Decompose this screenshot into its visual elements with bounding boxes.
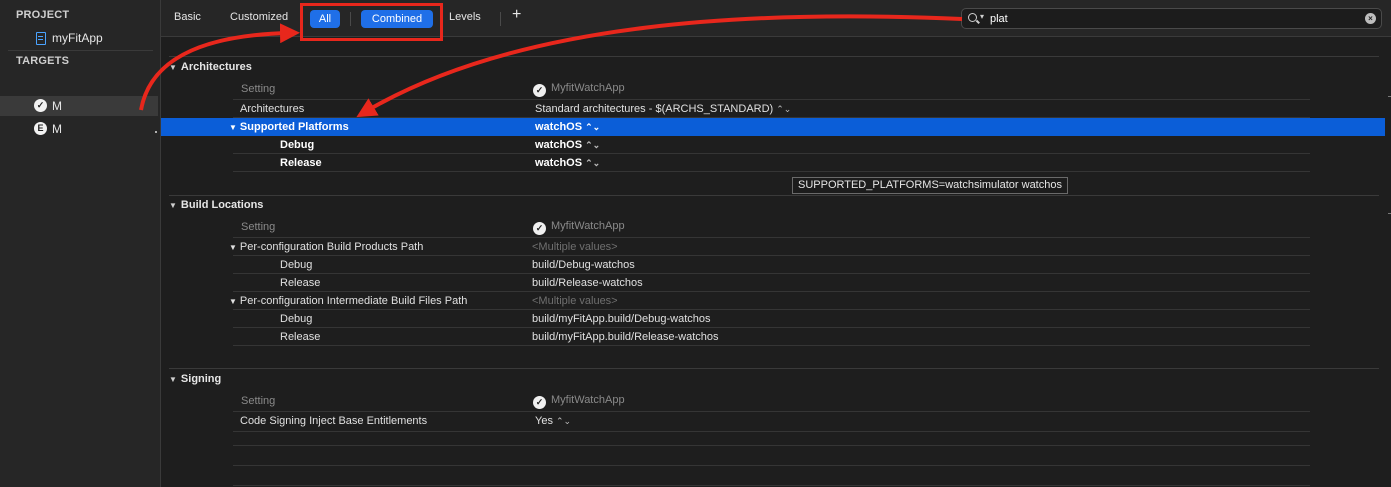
build-settings-editor: ▼ Architectures Setting ✓ MyfitWatchApp Ar…: [161, 38, 1391, 487]
setting-row[interactable]: ▼ Per-configuration Intermediate Build Fi…: [229, 292, 1310, 310]
setting-name: Code Signing Inject Base Entitlements: [240, 415, 428, 427]
setting-value[interactable]: build/myFitApp.build/Debug-watchos: [532, 313, 711, 325]
setting-row[interactable]: Debug build/Debug-watchos: [233, 256, 1310, 274]
section-build-locations[interactable]: ▼ Build Locations: [169, 199, 263, 211]
setting-value[interactable]: build/myFitApp.build/Release-watchos: [532, 331, 718, 343]
target-item-watch-app[interactable]: ✓ M: [0, 96, 158, 116]
disclosure-triangle-icon[interactable]: ▼: [169, 375, 177, 384]
setting-column-header: Setting: [241, 83, 276, 95]
setting-row[interactable]: Code Signing Inject Base Entitlements Ye…: [233, 412, 1310, 432]
targets-header: TARGETS: [16, 55, 70, 67]
watch-app-icon: ✓: [533, 396, 546, 409]
setting-row[interactable]: Debug build/myFitApp.build/Debug-watchos: [233, 310, 1310, 328]
add-setting-button[interactable]: +: [512, 6, 521, 24]
setting-name: Architectures: [240, 103, 305, 115]
search-input[interactable]: [990, 11, 1360, 26]
stepper-icon: ⌃⌄: [585, 158, 601, 168]
filter-combined-button[interactable]: Combined: [361, 10, 433, 28]
nav-divider: [8, 50, 153, 51]
search-icon: [968, 13, 977, 22]
setting-column-header: Setting: [241, 395, 276, 407]
setting-tooltip: SUPPORTED_PLATFORMS=watchsimulator watch…: [792, 177, 1068, 194]
setting-value[interactable]: <Multiple values>: [532, 241, 618, 253]
watch-app-icon: ✓: [533, 84, 546, 97]
target-column-header: ✓ MyfitWatchApp: [533, 82, 625, 97]
search-field[interactable]: ▾ ×: [961, 8, 1382, 29]
clear-search-icon[interactable]: ×: [1365, 13, 1376, 24]
disclosure-triangle-icon[interactable]: ▼: [169, 63, 177, 72]
project-navigator: PROJECT myFitApp TARGETS ✓ M E M: [0, 0, 161, 487]
setting-row[interactable]: Debug watchOS ⌃⌄: [233, 136, 1310, 154]
empty-row: [233, 446, 1310, 466]
stepper-icon: ⌃⌄: [776, 104, 792, 114]
section-divider: [169, 368, 1379, 369]
setting-column-header: Setting: [241, 221, 276, 233]
disclosure-triangle-icon: ▼: [229, 123, 237, 132]
setting-name: Debug: [280, 313, 313, 325]
stepper-icon: ⌃⌄: [555, 416, 572, 426]
project-header: PROJECT: [16, 9, 70, 21]
target-column-header: ✓ MyfitWatchApp: [533, 394, 625, 409]
chevron-down-icon[interactable]: ▾: [980, 12, 984, 21]
setting-row[interactable]: ▼ Per-configuration Build Products Path <…: [229, 238, 1310, 256]
column-header-row: Setting ✓ MyfitWatchApp: [233, 391, 1310, 412]
target-column-header: ✓ MyfitWatchApp: [533, 220, 625, 235]
setting-value[interactable]: <Multiple values>: [532, 295, 618, 307]
build-settings-toolbar: Basic Customized All Combined Levels + ▾…: [161, 0, 1391, 37]
tab-basic[interactable]: Basic: [174, 11, 201, 23]
setting-row[interactable]: Release build/Release-watchos: [233, 274, 1310, 292]
setting-row-selected[interactable]: ▼ Supported Platforms watchOS ⌃⌄: [161, 118, 1385, 136]
setting-name: Release: [280, 157, 322, 169]
setting-row[interactable]: Release watchOS ⌃⌄: [233, 154, 1310, 172]
section-architectures[interactable]: ▼ Architectures: [169, 61, 252, 73]
target-item-extension[interactable]: E M: [0, 119, 158, 139]
project-file-icon: [36, 31, 46, 45]
section-title: Architectures: [180, 61, 252, 73]
empty-row: [233, 466, 1310, 486]
setting-name: Debug: [280, 139, 315, 151]
setting-value[interactable]: build/Debug-watchos: [532, 259, 635, 271]
empty-row: [233, 432, 1310, 446]
toolbar-divider: [350, 12, 351, 26]
setting-row[interactable]: Architectures Standard architectures - $…: [233, 100, 1310, 118]
setting-name: Debug: [280, 259, 313, 271]
setting-row[interactable]: Release build/myFitApp.build/Release-wat…: [233, 328, 1310, 346]
setting-value[interactable]: watchOS ⌃⌄: [535, 139, 600, 151]
setting-value[interactable]: watchOS ⌃⌄: [535, 157, 600, 169]
target-label: M: [52, 122, 62, 136]
section-divider: [169, 195, 1379, 196]
section-title: Signing: [180, 373, 222, 385]
stepper-icon: ⌃⌄: [585, 140, 601, 150]
setting-value[interactable]: Standard architectures - $(ARCHS_STANDAR…: [535, 103, 791, 115]
extension-icon: E: [34, 122, 47, 135]
setting-name: ▼ Per-configuration Build Products Path: [229, 241, 424, 253]
column-header-row: Setting ✓ MyfitWatchApp: [233, 79, 1310, 100]
column-header-row: Setting ✓ MyfitWatchApp: [233, 217, 1310, 238]
filter-all-button[interactable]: All: [310, 10, 340, 28]
project-item-myfitapp[interactable]: myFitApp: [36, 31, 103, 45]
section-signing[interactable]: ▼ Signing: [169, 373, 221, 385]
setting-value[interactable]: watchOS ⌃⌄: [535, 121, 600, 133]
setting-name: Release: [280, 277, 321, 289]
disclosure-triangle-icon: ▼: [229, 243, 237, 252]
project-item-label: myFitApp: [52, 31, 103, 45]
tab-customized[interactable]: Customized: [230, 11, 288, 23]
setting-name: ▼ Supported Platforms: [229, 121, 349, 133]
toolbar-divider: [500, 12, 501, 26]
setting-name: ▼ Per-configuration Intermediate Build Fi…: [229, 295, 468, 307]
nav-dot: [155, 131, 157, 133]
section-divider: [169, 56, 1379, 57]
stepper-icon: ⌃⌄: [585, 122, 601, 132]
disclosure-triangle-icon: ▼: [229, 297, 237, 306]
target-label: M: [52, 99, 62, 113]
disclosure-triangle-icon[interactable]: ▼: [169, 201, 177, 210]
watch-app-icon: ✓: [34, 99, 47, 112]
setting-value[interactable]: Yes ⌃⌄: [535, 415, 571, 427]
setting-name: Release: [280, 331, 321, 343]
tab-levels[interactable]: Levels: [449, 11, 481, 23]
section-title: Build Locations: [180, 199, 264, 211]
watch-app-icon: ✓: [533, 222, 546, 235]
setting-value[interactable]: build/Release-watchos: [532, 277, 643, 289]
